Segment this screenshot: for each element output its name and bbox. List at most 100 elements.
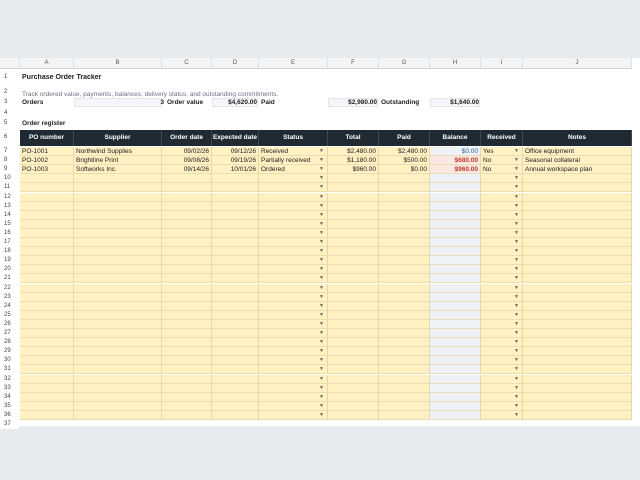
row-header[interactable]: 15: [0, 219, 19, 229]
cell-order-date[interactable]: [162, 265, 212, 275]
cell-notes[interactable]: [523, 228, 632, 238]
cell-expected[interactable]: [212, 301, 259, 311]
cell-expected[interactable]: [212, 347, 259, 357]
cell-total[interactable]: [328, 283, 379, 293]
order-value-label[interactable]: Order value: [165, 99, 205, 107]
cell-total[interactable]: [328, 347, 379, 357]
cell-status[interactable]: ▼: [259, 192, 328, 202]
cell-order-date[interactable]: [162, 192, 212, 202]
cell-balance[interactable]: [430, 338, 481, 348]
cell-paid[interactable]: [379, 310, 430, 320]
cell-order-date[interactable]: [162, 292, 212, 302]
cell-balance[interactable]: [430, 329, 481, 338]
cell-po[interactable]: [20, 347, 74, 357]
cell-status[interactable]: ▼: [259, 401, 328, 411]
cell-received[interactable]: ▼: [481, 319, 523, 329]
cell-status[interactable]: ▼: [259, 228, 328, 238]
row-header[interactable]: 23: [0, 292, 19, 302]
cell-total[interactable]: [328, 338, 379, 348]
cell-total[interactable]: $1,180.00: [328, 156, 379, 166]
column-header-g[interactable]: G: [379, 58, 430, 69]
cell-received[interactable]: ▼: [481, 310, 523, 320]
dropdown-arrow-icon[interactable]: ▼: [514, 356, 519, 364]
cell-po[interactable]: [20, 365, 74, 375]
dropdown-arrow-icon[interactable]: ▼: [514, 384, 519, 392]
cell-notes[interactable]: [523, 301, 632, 311]
cell-received[interactable]: ▼: [481, 174, 523, 184]
cell-supplier[interactable]: Brightline Print: [74, 156, 162, 166]
cell-paid[interactable]: [379, 210, 430, 220]
cell-notes[interactable]: [523, 219, 632, 229]
dropdown-arrow-icon[interactable]: ▼: [319, 384, 324, 392]
cell-paid[interactable]: [379, 347, 430, 357]
cell-expected[interactable]: [212, 219, 259, 229]
cell-paid[interactable]: [379, 174, 430, 184]
cell-status[interactable]: ▼: [259, 301, 328, 311]
cell-expected[interactable]: [212, 201, 259, 211]
column-header-a[interactable]: A: [20, 58, 74, 69]
cell-balance[interactable]: [430, 274, 481, 284]
dropdown-arrow-icon[interactable]: ▼: [319, 284, 324, 292]
dropdown-arrow-icon[interactable]: ▼: [319, 165, 324, 173]
cell-supplier[interactable]: [74, 374, 162, 384]
header-supplier[interactable]: Supplier: [74, 130, 162, 146]
cell-supplier[interactable]: [74, 338, 162, 348]
cell-status[interactable]: ▼: [259, 374, 328, 384]
cell-total[interactable]: [328, 274, 379, 284]
cell-expected[interactable]: [212, 383, 259, 393]
header-order-date[interactable]: Order date: [162, 130, 212, 146]
dropdown-arrow-icon[interactable]: ▼: [514, 156, 519, 164]
dropdown-arrow-icon[interactable]: ▼: [514, 293, 519, 301]
cell-notes[interactable]: [523, 319, 632, 329]
cell-balance[interactable]: [430, 292, 481, 302]
cell-balance[interactable]: [430, 201, 481, 211]
cell-balance[interactable]: $960.00: [430, 165, 481, 175]
cell-received[interactable]: No ▼: [481, 165, 523, 175]
cell-received[interactable]: ▼: [481, 392, 523, 402]
cell-received[interactable]: ▼: [481, 338, 523, 348]
cell-po[interactable]: [20, 292, 74, 302]
cell-notes[interactable]: [523, 183, 632, 193]
cell-supplier[interactable]: [74, 201, 162, 211]
row-header[interactable]: 7: [0, 147, 19, 156]
cell-notes[interactable]: [523, 256, 632, 266]
cell-po[interactable]: [20, 301, 74, 311]
cell-order-date[interactable]: [162, 301, 212, 311]
column-header-f[interactable]: F: [328, 58, 379, 69]
row-header[interactable]: 22: [0, 283, 19, 293]
row-header[interactable]: 26: [0, 319, 19, 329]
dropdown-arrow-icon[interactable]: ▼: [514, 365, 519, 373]
cell-order-date[interactable]: [162, 238, 212, 247]
cell-notes[interactable]: [523, 265, 632, 275]
cell-supplier[interactable]: [74, 174, 162, 184]
dropdown-arrow-icon[interactable]: ▼: [514, 347, 519, 355]
cell-total[interactable]: [328, 192, 379, 202]
cell-notes[interactable]: [523, 174, 632, 184]
cell-po[interactable]: [20, 256, 74, 266]
dropdown-arrow-icon[interactable]: ▼: [514, 193, 519, 201]
cell-expected[interactable]: [212, 274, 259, 284]
cell-supplier[interactable]: [74, 347, 162, 357]
cell-received[interactable]: ▼: [481, 365, 523, 375]
cell-received[interactable]: ▼: [481, 265, 523, 275]
dropdown-arrow-icon[interactable]: ▼: [514, 320, 519, 328]
cell-total[interactable]: [328, 219, 379, 229]
row-header[interactable]: 8: [0, 156, 19, 166]
header-status[interactable]: Status: [259, 130, 328, 146]
cell-balance[interactable]: [430, 283, 481, 293]
cell-supplier[interactable]: [74, 238, 162, 247]
row-header[interactable]: 17: [0, 238, 19, 247]
header-notes[interactable]: Notes: [523, 130, 632, 146]
cell-paid[interactable]: [379, 301, 430, 311]
cell-expected[interactable]: [212, 310, 259, 320]
column-header-d[interactable]: D: [212, 58, 259, 69]
cell-po[interactable]: [20, 228, 74, 238]
row-header[interactable]: 37: [0, 420, 19, 429]
dropdown-arrow-icon[interactable]: ▼: [319, 220, 324, 228]
cell-paid[interactable]: $0.00: [379, 165, 430, 175]
cell-status[interactable]: ▼: [259, 283, 328, 293]
cell-po[interactable]: [20, 238, 74, 247]
cell-po[interactable]: [20, 265, 74, 275]
cell-received[interactable]: ▼: [481, 283, 523, 293]
cell-expected[interactable]: [212, 183, 259, 193]
